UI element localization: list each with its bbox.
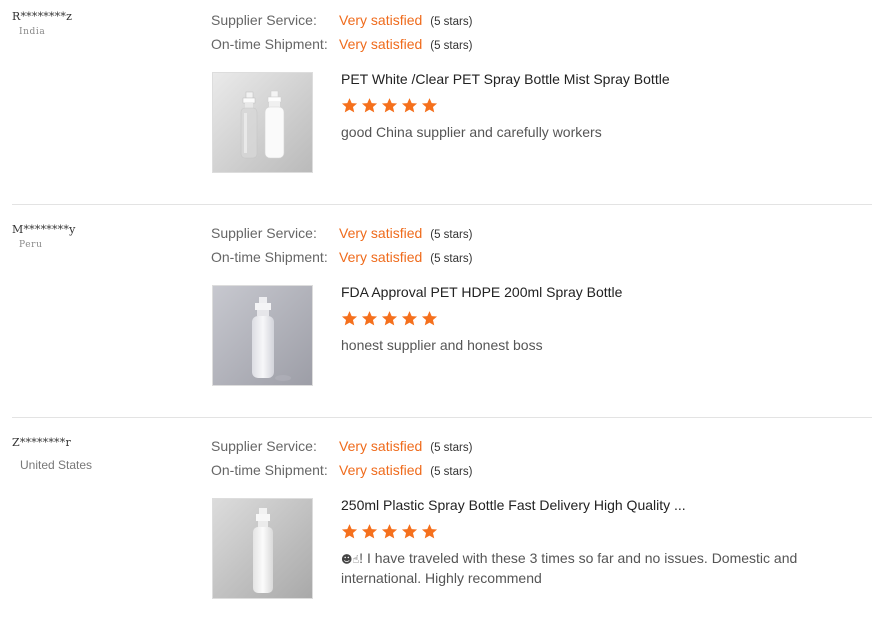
supplier-service-rating: Supplier Service: Very satisfied (5 stars) — [211, 438, 472, 454]
supplier-service-rating: Supplier Service: Very satisfied (5 stars) — [211, 12, 472, 28]
divider — [12, 417, 872, 418]
star-icon — [361, 524, 378, 539]
star-icon — [401, 98, 418, 113]
star-icon — [341, 98, 358, 113]
star-icon — [361, 98, 378, 113]
rating-label: Supplier Service: — [211, 438, 317, 454]
rating-value: Very satisfied — [339, 12, 423, 28]
star-icon — [401, 311, 418, 326]
product-thumbnail[interactable] — [212, 72, 313, 173]
product-image — [213, 73, 312, 172]
product-thumbnail[interactable] — [212, 285, 313, 386]
rating-label: On-time Shipment: — [211, 462, 328, 478]
star-icon — [361, 311, 378, 326]
star-icon — [401, 524, 418, 539]
rating-label: Supplier Service: — [211, 225, 317, 241]
review-comment: honest supplier and honest boss — [341, 337, 543, 353]
divider — [12, 204, 872, 205]
star-rating — [341, 523, 438, 540]
product-title-link[interactable]: 250ml Plastic Spray Bottle Fast Delivery… — [341, 497, 686, 513]
review-comment-text: ! I have traveled with these 3 times so … — [341, 550, 798, 586]
star-rating — [341, 97, 438, 114]
rating-stars-text: (5 stars) — [430, 466, 473, 478]
star-icon — [421, 311, 438, 326]
rating-stars-text: (5 stars) — [430, 442, 473, 454]
rating-value: Very satisfied — [339, 36, 423, 52]
rating-value: Very satisfied — [339, 225, 423, 241]
rating-label: Supplier Service: — [211, 12, 317, 28]
rating-stars-text: (5 stars) — [430, 16, 473, 28]
buyer-country: United States — [20, 458, 93, 472]
review-comment: good China supplier and carefully worker… — [341, 124, 602, 140]
star-icon — [421, 524, 438, 539]
product-title-link[interactable]: PET White /Clear PET Spray Bottle Mist S… — [341, 71, 670, 87]
rating-stars-text: (5 stars) — [430, 229, 473, 241]
product-image — [213, 499, 312, 598]
star-rating — [341, 310, 438, 327]
review-comment: ☻☝! I have traveled with these 3 times s… — [341, 549, 846, 587]
star-icon — [341, 524, 358, 539]
buyer-name: M********y — [12, 223, 76, 236]
on-time-shipment-rating: On-time Shipment: Very satisfied (5 stars) — [211, 249, 472, 265]
buyer-name: R********z — [12, 10, 73, 23]
buyer-country: India — [19, 27, 46, 37]
product-image — [213, 286, 312, 385]
rating-label: On-time Shipment: — [211, 36, 328, 52]
rating-stars-text: (5 stars) — [430, 40, 473, 52]
rating-value: Very satisfied — [339, 438, 423, 454]
product-thumbnail[interactable] — [212, 498, 313, 599]
supplier-service-rating: Supplier Service: Very satisfied (5 stars) — [211, 225, 472, 241]
star-icon — [381, 98, 398, 113]
product-title-link[interactable]: FDA Approval PET HDPE 200ml Spray Bottle — [341, 284, 622, 300]
buyer-name: Z********r — [12, 436, 71, 449]
rating-value: Very satisfied — [339, 249, 423, 265]
star-icon — [381, 311, 398, 326]
rating-label: On-time Shipment: — [211, 249, 328, 265]
star-icon — [421, 98, 438, 113]
emoji-icons: ☻☝ — [341, 553, 360, 566]
on-time-shipment-rating: On-time Shipment: Very satisfied (5 stars) — [211, 462, 472, 478]
on-time-shipment-rating: On-time Shipment: Very satisfied (5 stars) — [211, 36, 472, 52]
star-icon — [381, 524, 398, 539]
buyer-country: Peru — [19, 240, 43, 250]
rating-stars-text: (5 stars) — [430, 253, 473, 265]
star-icon — [341, 311, 358, 326]
rating-value: Very satisfied — [339, 462, 423, 478]
